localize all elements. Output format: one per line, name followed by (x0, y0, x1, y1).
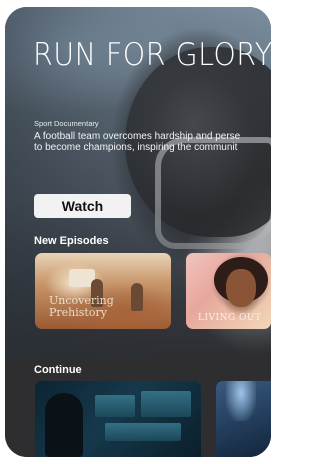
episode-card-overlay-text: LIVING OUT (198, 313, 262, 323)
episode-card-living-out[interactable]: LIVING OUT (186, 253, 271, 329)
card-thumbnail-monitor (141, 391, 191, 417)
show-category: Sport Documentary (34, 119, 99, 128)
description-line-1: A football team overcomes hardship and p… (34, 131, 241, 142)
show-description: A football team overcomes hardship and p… (34, 131, 271, 153)
card-thumbnail-person (45, 393, 83, 457)
watch-button[interactable]: Watch (34, 194, 131, 218)
show-title: RUN FOR GLORY (33, 37, 271, 73)
card-thumbnail-monitor (105, 423, 181, 441)
continue-card-blue[interactable] (216, 381, 271, 457)
card-thumbnail-monitor (95, 395, 135, 417)
description-line-2: to become champions, inspiring the commu… (34, 142, 238, 153)
continue-card-control-room[interactable] (35, 381, 201, 457)
episode-card-overlay-text: Uncovering Prehistory (49, 294, 114, 319)
app-screen: RUN FOR GLORY Sport Documentary A footba… (5, 7, 271, 457)
card-thumbnail-face (226, 269, 256, 307)
continue-heading: Continue (34, 364, 82, 376)
card-thumbnail-light (226, 381, 256, 421)
new-episodes-heading: New Episodes (34, 235, 109, 247)
episode-card-prehistory[interactable]: Uncovering Prehistory (35, 253, 171, 329)
